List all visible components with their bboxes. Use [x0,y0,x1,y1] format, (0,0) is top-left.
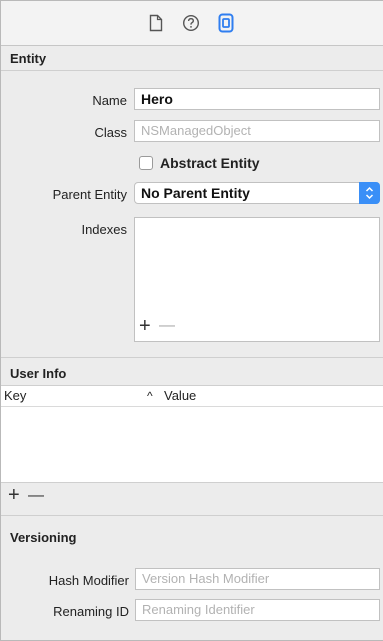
versioning-section-header: Versioning [10,530,77,545]
name-field[interactable]: Hero [134,88,380,110]
abstract-entity-checkbox[interactable] [139,156,153,170]
parent-entity-select[interactable]: No Parent Entity [134,182,380,204]
user-info-section-header: User Info [1,361,383,386]
sort-ascending-icon: ^ [147,389,153,403]
add-index-button[interactable]: + [139,316,151,336]
value-column-header[interactable]: Value [164,386,196,406]
chevron-updown-icon [359,182,380,204]
inspector-toolbar [1,1,383,46]
remove-user-info-button[interactable]: — [28,486,44,506]
section-divider [1,357,383,358]
class-label: Class [94,125,127,140]
hash-modifier-field[interactable]: Version Hash Modifier [135,568,380,590]
hash-modifier-label: Hash Modifier [48,573,129,588]
entity-section-header: Entity [1,46,383,71]
user-info-table[interactable]: Key ^ Value [1,386,383,483]
indexes-label: Indexes [81,222,127,237]
file-inspector-icon[interactable] [147,13,165,33]
renaming-id-label: Renaming ID [53,604,129,619]
section-divider [1,515,383,516]
quick-help-icon[interactable] [182,13,200,33]
inspector-panel: Entity Name Hero Class NSManagedObject A… [0,0,383,641]
table-header: Key ^ Value [1,386,383,407]
abstract-entity-label: Abstract Entity [160,155,260,171]
parent-entity-value: No Parent Entity [141,185,250,201]
key-column-header[interactable]: Key [4,386,26,406]
name-label: Name [92,93,127,108]
data-model-inspector-icon[interactable] [217,13,235,33]
remove-index-button[interactable]: — [159,316,175,336]
class-field[interactable]: NSManagedObject [134,120,380,142]
add-user-info-button[interactable]: + [8,485,20,505]
parent-entity-label: Parent Entity [52,187,127,202]
indexes-list[interactable]: + — [134,217,380,342]
renaming-id-field[interactable]: Renaming Identifier [135,599,380,621]
